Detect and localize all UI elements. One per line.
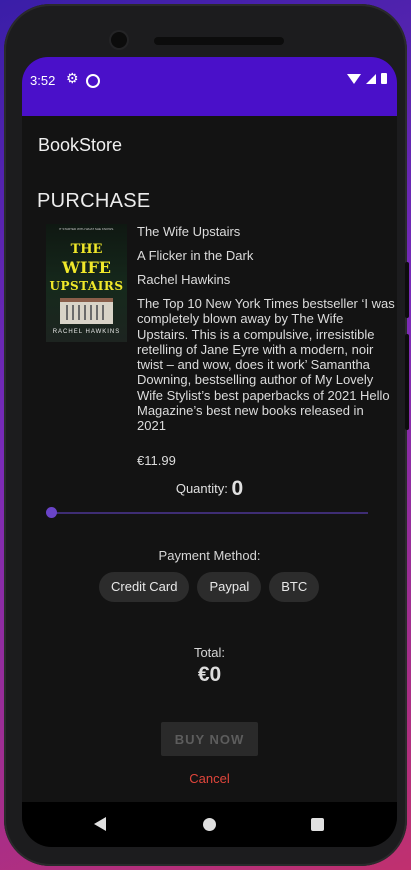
- volume-button: [405, 262, 409, 318]
- battery-icon: [381, 73, 387, 84]
- phone-frame: 3:52 ⚙ BookStore PURCHASE IT STARTED WIT…: [4, 4, 409, 866]
- cover-tagline: IT STARTED WITH WHAT SHE KNOWS.: [58, 227, 115, 231]
- quantity-slider-thumb[interactable]: [46, 507, 57, 518]
- power-button: [405, 334, 409, 430]
- app-title: BookStore: [38, 135, 123, 155]
- cover-house-illustration: [60, 298, 113, 324]
- quantity-value: 0: [231, 477, 244, 500]
- book-price: €11.99: [137, 453, 176, 468]
- wifi-icon: [347, 73, 361, 84]
- book-description: The Top 10 New York Times bestseller ‘I …: [137, 296, 395, 434]
- status-bar: 3:52 ⚙: [22, 57, 397, 116]
- data-saver-icon: [86, 74, 100, 88]
- cover-title-line1: THE: [70, 242, 103, 257]
- gear-icon: ⚙: [66, 70, 79, 86]
- earpiece-speaker: [154, 37, 284, 45]
- back-icon[interactable]: [94, 817, 106, 831]
- cover-author: RACHEL HAWKINS: [52, 329, 121, 335]
- page-title: PURCHASE: [37, 190, 151, 212]
- book-author: Rachel Hawkins: [137, 272, 231, 287]
- system-nav-bar: [22, 802, 397, 847]
- book-info: The Wife Upstairs A Flicker in the Dark …: [137, 224, 395, 434]
- cover-title-line3: UPSTAIRS: [49, 279, 124, 293]
- cover-title: THE WIFE UPSTAIRS: [46, 241, 127, 295]
- payment-chip-credit-card[interactable]: Credit Card: [99, 572, 190, 602]
- total-label: Total:: [193, 645, 226, 660]
- status-time: 3:52: [30, 73, 56, 88]
- buy-now-button[interactable]: BUY NOW: [161, 722, 258, 756]
- payment-chip-btc[interactable]: BTC: [269, 572, 320, 602]
- cover-title-line2: WIFE: [61, 258, 111, 277]
- book-title: The Wife Upstairs: [137, 224, 241, 239]
- payment-method-label: Payment Method:: [158, 548, 261, 563]
- payment-options: Credit Card Paypal BTC: [99, 572, 320, 602]
- payment-chip-paypal[interactable]: Paypal: [197, 572, 262, 602]
- signal-icon: [366, 73, 376, 84]
- front-camera: [111, 32, 127, 48]
- cancel-link[interactable]: Cancel: [22, 771, 397, 786]
- recents-icon[interactable]: [311, 818, 324, 831]
- book-cover: IT STARTED WITH WHAT SHE KNOWS. THE WIFE…: [46, 224, 127, 342]
- screen: 3:52 ⚙ BookStore PURCHASE IT STARTED WIT…: [22, 57, 397, 847]
- book-subtitle: A Flicker in the Dark: [137, 248, 254, 263]
- home-icon[interactable]: [203, 818, 216, 831]
- quantity-slider-track[interactable]: [51, 512, 368, 514]
- quantity-label: Quantity:: [175, 481, 228, 496]
- quantity-row: Quantity: 0: [22, 477, 397, 501]
- status-icons: [347, 73, 387, 84]
- total-value: €0: [197, 663, 222, 686]
